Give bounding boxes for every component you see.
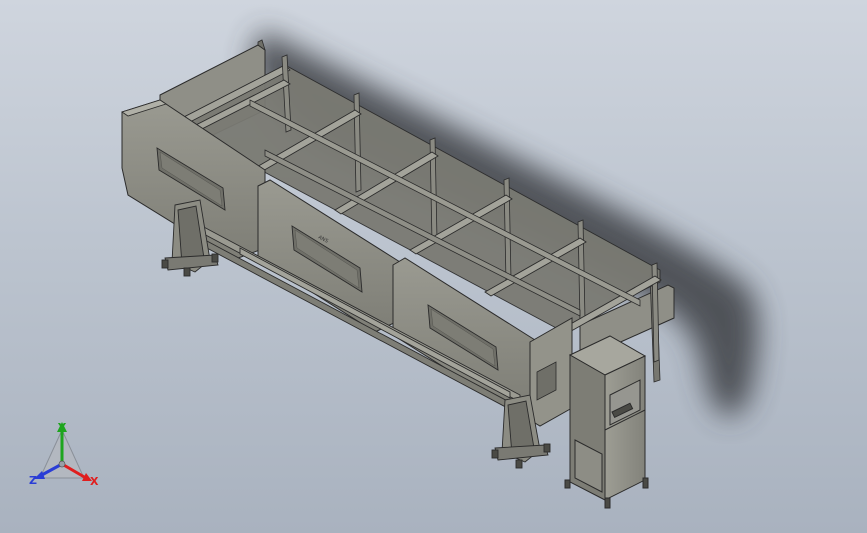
graphics-viewport[interactable]: ANS Y X Z [0, 0, 867, 533]
x-axis-label: X [90, 475, 99, 488]
control-cabinet [564, 335, 649, 509]
y-axis-label: Y [58, 421, 66, 434]
triad-origin [58, 460, 66, 468]
cad-model-view[interactable]: ANS [0, 0, 867, 533]
z-axis-label: Z [29, 474, 37, 487]
